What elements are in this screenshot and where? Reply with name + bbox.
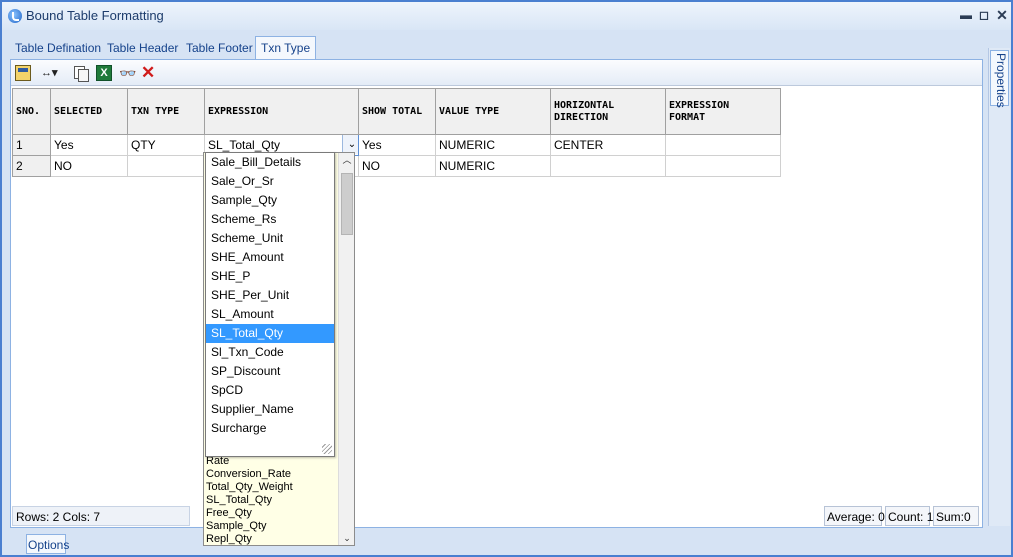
expression-combo-value: SL_Total_Qty	[208, 138, 281, 152]
dropdown-option-selected[interactable]: SL_Total_Qty	[206, 324, 334, 343]
cell-show-total[interactable]: NO	[358, 155, 436, 177]
cell-show-total[interactable]: Yes	[358, 134, 436, 156]
binoculars-find-icon[interactable]: 👓	[119, 65, 136, 81]
sum-status: Sum:0	[933, 506, 979, 526]
tab-table-defination[interactable]: Table Defination	[10, 37, 106, 59]
col-header-horizontal-direction[interactable]: HORIZONTAL DIRECTION	[550, 88, 666, 135]
excel-export-icon[interactable]: X	[96, 65, 112, 81]
scroll-down-icon[interactable]: ⌄	[339, 531, 355, 545]
col-header-show-total[interactable]: SHOW TOTAL	[358, 88, 436, 135]
dropdown-option[interactable]: SHE_P	[206, 267, 334, 286]
window-title: Bound Table Formatting	[26, 8, 164, 23]
rows-cols-status: Rows: 2 Cols: 7	[12, 506, 190, 526]
count-status: Count: 1	[885, 506, 933, 526]
txn-type-grid: SNO. SELECTED TXN TYPE EXPRESSION SHOW T…	[12, 88, 781, 177]
pin-button[interactable]: ▬	[958, 6, 974, 24]
resize-grip-icon[interactable]	[322, 444, 332, 454]
scroll-up-icon[interactable]: ︿	[339, 153, 355, 167]
dropdown-option[interactable]: Sample_Qty	[206, 191, 334, 210]
col-header-selected[interactable]: SELECTED	[50, 88, 128, 135]
tab-table-footer[interactable]: Table Footer	[181, 37, 258, 59]
suggestion-scrollbar[interactable]: ︿ ⌄	[338, 153, 354, 545]
dropdown-option[interactable]: SP_Discount	[206, 362, 334, 381]
list-item[interactable]: Sample_Qty	[206, 520, 267, 533]
tab-table-header[interactable]: Table Header	[102, 37, 183, 59]
col-header-expression[interactable]: EXPRESSION	[204, 88, 359, 135]
resize-columns-icon[interactable]: ↔▾	[41, 65, 67, 81]
dropdown-option[interactable]: Scheme_Unit	[206, 229, 334, 248]
list-item[interactable]: Free_Qty	[206, 507, 252, 520]
properties-side-panel: Properties	[988, 48, 1010, 526]
bound-table-formatting-window: Bound Table Formatting ▬ ◻ ✕ Table Defin…	[0, 0, 1013, 557]
cell-txn-type[interactable]	[127, 155, 205, 177]
col-header-expression-format[interactable]: EXPRESSION FORMAT	[665, 88, 781, 135]
dropdown-option[interactable]: Scheme_Rs	[206, 210, 334, 229]
toolbar: ↔▾ X 👓 ✕	[11, 60, 982, 86]
table-row[interactable]: 2 NO NO NUMERIC	[12, 155, 781, 177]
cell-expression-format[interactable]	[665, 134, 781, 156]
options-tab[interactable]: Options	[26, 534, 69, 554]
dropdown-option[interactable]: SHE_Amount	[206, 248, 334, 267]
col-header-sno[interactable]: SNO.	[12, 88, 51, 135]
cell-sno[interactable]: 1	[12, 134, 51, 156]
expression-dropdown-list[interactable]: Sale_Bill_Details Sale_Or_Sr Sample_Qty …	[205, 152, 335, 457]
dropdown-option[interactable]: Sale_Or_Sr	[206, 172, 334, 191]
list-item[interactable]: SL_Total_Qty	[206, 494, 272, 507]
scroll-thumb[interactable]	[341, 173, 353, 235]
col-header-txn-type[interactable]: TXN TYPE	[127, 88, 205, 135]
cell-selected[interactable]: NO	[50, 155, 128, 177]
list-item[interactable]: Repl_Qty	[206, 533, 252, 546]
list-item[interactable]: Total_Qty_Weight	[206, 481, 293, 494]
list-item[interactable]: Conversion_Rate	[206, 468, 291, 481]
cell-horizontal-direction[interactable]	[550, 155, 666, 177]
maximize-button[interactable]: ◻	[976, 6, 992, 24]
average-status: Average: 0	[824, 506, 885, 526]
properties-tab[interactable]: Properties	[990, 50, 1009, 108]
dropdown-option[interactable]: Sl_Txn_Code	[206, 343, 334, 362]
delete-icon[interactable]: ✕	[141, 64, 157, 81]
cell-value-type[interactable]: NUMERIC	[435, 134, 551, 156]
cell-txn-type[interactable]: QTY	[127, 134, 205, 156]
dropdown-option[interactable]: Surcharge	[206, 419, 334, 438]
title-bar: Bound Table Formatting ▬ ◻ ✕	[2, 2, 1011, 30]
cell-sno[interactable]: 2	[12, 155, 51, 177]
grid-header-row: SNO. SELECTED TXN TYPE EXPRESSION SHOW T…	[12, 88, 781, 135]
dropdown-option[interactable]: Supplier_Name	[206, 400, 334, 419]
cell-expression-format[interactable]	[665, 155, 781, 177]
col-header-value-type[interactable]: VALUE TYPE	[435, 88, 551, 135]
properties-tab-label: Properties	[994, 53, 1008, 108]
cell-value-type[interactable]: NUMERIC	[435, 155, 551, 177]
close-button[interactable]: ✕	[994, 6, 1010, 24]
format-table-icon[interactable]	[15, 65, 31, 81]
dropdown-option[interactable]: SpCD	[206, 381, 334, 400]
txn-type-panel: ↔▾ X 👓 ✕ SNO. SELECTED TXN TYPE EXPRESSI…	[10, 59, 983, 528]
copy-icon[interactable]	[73, 65, 89, 82]
dropdown-option[interactable]: SL_Amount	[206, 305, 334, 324]
dropdown-option[interactable]: SHE_Per_Unit	[206, 286, 334, 305]
cell-selected[interactable]: Yes	[50, 134, 128, 156]
dropdown-option[interactable]: Sale_Bill_Details	[206, 153, 334, 172]
cell-horizontal-direction[interactable]: CENTER	[550, 134, 666, 156]
table-row[interactable]: 1 Yes QTY SL_Total_Qty ⌄ Yes NUMERIC CEN…	[12, 134, 781, 156]
app-icon	[8, 9, 22, 23]
tab-txn-type[interactable]: Txn Type	[255, 36, 317, 59]
